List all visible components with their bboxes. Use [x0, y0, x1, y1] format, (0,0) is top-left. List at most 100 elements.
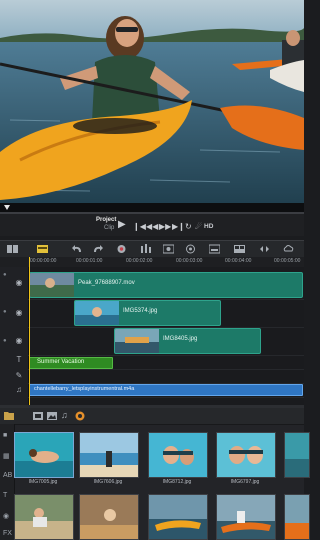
lock-track-icon[interactable]: ● — [3, 308, 11, 316]
voice-track-icon[interactable]: ✎ — [14, 371, 24, 381]
ruler-tick: 00:00:05:00 — [274, 258, 301, 264]
media-image — [217, 433, 275, 477]
media-thumbnail[interactable] — [216, 494, 276, 540]
transition-icon[interactable]: AB — [3, 472, 12, 479]
graphics-icon[interactable]: ◉ — [3, 512, 11, 520]
volume-icon[interactable]: ☄ — [195, 223, 202, 231]
media-thumbnail[interactable] — [216, 432, 276, 478]
title-clip-label: Summer Vacation — [37, 359, 85, 365]
timeline-clip[interactable]: Peak_97688907.mov — [29, 272, 303, 298]
subtitle-editor-icon[interactable] — [209, 244, 220, 254]
clip-thumbnail — [75, 301, 119, 325]
timeline-view-icon[interactable] — [37, 244, 48, 254]
sound-mixer-icon[interactable] — [140, 244, 151, 254]
show-videos-icon[interactable] — [33, 412, 43, 420]
filter-fx-icon[interactable]: FX — [3, 530, 12, 537]
media-library: ♫ ■ ▦ AB T ◉ FX IMG7005.jpg IMG7606.jpg … — [0, 408, 310, 540]
video-preview[interactable] — [0, 0, 304, 203]
rewind-icon[interactable]: ❙◀ — [133, 223, 146, 231]
media-image — [80, 433, 138, 477]
title-clip[interactable]: Summer Vacation — [29, 357, 113, 369]
ruler-tick: 00:00:00:00 — [30, 258, 57, 264]
overlay-track-row: IMG5374.jpg — [28, 299, 304, 328]
lock-track-icon[interactable]: ● — [3, 271, 11, 279]
multi-camera-icon[interactable] — [234, 244, 245, 254]
clip-label: IMG5374.jpg — [123, 308, 158, 314]
audio-clip[interactable]: chantellebarry_letsplayinstrumentral.m4a — [29, 384, 303, 396]
timeline-clip[interactable]: IMG8405.jpg — [114, 328, 261, 354]
media-thumbnail[interactable] — [284, 494, 310, 540]
overlay-track-icon[interactable]: ◉ — [14, 336, 24, 346]
media-image — [149, 433, 207, 477]
media-thumbnail[interactable] — [14, 494, 74, 540]
music-track-icon[interactable]: ♫ — [14, 385, 24, 395]
media-label: IMG6797.jpg — [230, 479, 260, 485]
scrubber-handle[interactable] — [4, 205, 10, 210]
track-headers: ● ◉ ● ◉ ● ◉ T ✎ ♫ — [0, 267, 29, 405]
media-thumbnail[interactable] — [284, 432, 310, 478]
media-thumbnail[interactable] — [148, 494, 208, 540]
playhead[interactable] — [29, 257, 30, 405]
repeat-icon[interactable]: ↻ — [185, 223, 192, 231]
redo-icon[interactable] — [92, 244, 103, 254]
hd-icon[interactable]: HD — [204, 223, 213, 230]
audio-clip-label: chantellebarry_letsplayinstrumentral.m4a — [34, 386, 135, 392]
timeline-tracks: ● ◉ ● ◉ ● ◉ T ✎ ♫ Peak_97688907.mov IMG5… — [0, 257, 304, 405]
video-track-icon[interactable]: ◉ — [14, 278, 24, 288]
lock-track-icon[interactable]: ● — [3, 337, 11, 345]
step-back-icon[interactable]: ◀◀ — [146, 223, 158, 231]
media-thumbnail[interactable] — [79, 494, 139, 540]
media-image — [217, 495, 275, 539]
library-toolbar: ♫ — [0, 408, 304, 425]
storyboard-view-icon[interactable] — [7, 244, 18, 254]
clip-thumbnail — [30, 273, 74, 297]
media-label: IMG7005.jpg — [28, 479, 58, 485]
media-thumbnail[interactable] — [148, 432, 208, 478]
timeline-ruler[interactable]: 00:00:00:00 00:00:01:00 00:00:02:00 00:0… — [0, 257, 304, 267]
clip-label: IMG8405.jpg — [163, 336, 198, 342]
preview-scrubber[interactable] — [0, 203, 304, 212]
show-audio-icon[interactable]: ♫ — [61, 410, 68, 420]
media-image — [285, 495, 309, 539]
ruler-tick: 00:00:03:00 — [176, 258, 203, 264]
ruler-tick: 00:00:02:00 — [126, 258, 153, 264]
playback-controls: Project Clip ▶ ❙◀ ◀◀ ▶▶ ▶❙ ↻ ☄ HD — [0, 214, 304, 236]
preview-frame-image — [0, 0, 304, 203]
voice-track-row — [28, 369, 304, 384]
media-image — [149, 495, 207, 539]
instant-project-icon[interactable]: ▦ — [3, 452, 11, 460]
ruler-tick: 00:00:04:00 — [225, 258, 252, 264]
media-thumbnail[interactable] — [79, 432, 139, 478]
video-track-row: Peak_97688907.mov — [28, 267, 304, 300]
ruler-tick: 00:00:01:00 — [76, 258, 103, 264]
media-thumbnail[interactable] — [14, 432, 74, 478]
undo-icon[interactable] — [72, 244, 83, 254]
fast-forward-icon[interactable]: ▶❙ — [172, 223, 185, 231]
play-icon[interactable]: ▶ — [118, 220, 126, 230]
media-label: IMG7606.jpg — [93, 479, 123, 485]
mode-clip-label[interactable]: Clip — [104, 225, 114, 231]
step-forward-icon[interactable]: ▶▶ — [159, 223, 171, 231]
show-photos-icon[interactable] — [47, 412, 57, 420]
title-icon[interactable]: T — [3, 492, 11, 499]
library-sidebar: ■ ▦ AB T ◉ FX — [0, 424, 15, 540]
media-image — [80, 495, 138, 539]
overlay-track-icon[interactable]: ◉ — [14, 308, 24, 318]
record-capture-icon[interactable] — [116, 244, 127, 254]
overlay-track-row: IMG8405.jpg — [28, 327, 304, 356]
title-track-row: Summer Vacation — [28, 355, 304, 370]
title-track-icon[interactable]: T — [14, 355, 24, 365]
music-track-row: chantellebarry_letsplayinstrumentral.m4a — [28, 383, 304, 398]
media-category-icon[interactable]: ■ — [3, 432, 11, 439]
clip-thumbnail — [115, 329, 159, 353]
track-manager-icon[interactable] — [283, 244, 294, 254]
mode-project-label[interactable]: Project — [96, 217, 116, 223]
media-image — [15, 495, 73, 539]
folder-icon[interactable] — [4, 411, 14, 420]
auto-music-icon[interactable] — [163, 244, 174, 254]
media-label: IMG8712.jpg — [162, 479, 192, 485]
import-media-icon[interactable] — [75, 411, 85, 421]
motion-tracking-icon[interactable] — [185, 244, 196, 254]
zoom-to-fit-icon[interactable] — [259, 244, 270, 254]
timeline-clip[interactable]: IMG5374.jpg — [74, 300, 221, 326]
